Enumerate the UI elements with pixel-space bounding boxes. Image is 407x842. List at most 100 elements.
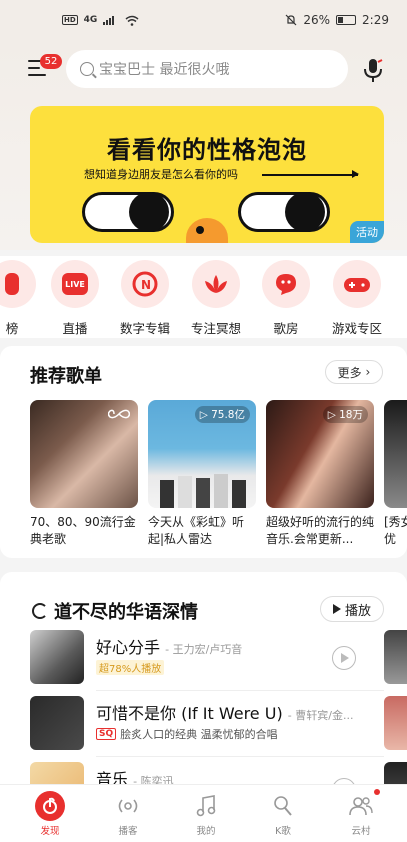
banner-subtitle: 想知道身边朋友是怎么看你的吗	[84, 168, 238, 181]
microphone-icon	[364, 59, 383, 82]
sq-badge: SQ	[96, 728, 117, 740]
song-row[interactable]: 可惜不是你 (If It Were U) - 曹轩宾/金... SQ 脍炙人口的经…	[30, 696, 384, 750]
recommended-playlists-section: 推荐歌单 更多 › 70、80、90流行金典老歌 ▷ 75.8亿 今天从《彩虹》…	[0, 346, 407, 558]
category-item-meditation[interactable]: 专注冥想	[184, 260, 248, 337]
divider	[96, 756, 384, 757]
banner-title: 看看你的性格泡泡	[107, 136, 307, 164]
section-title-text: 道不尽的华语深情	[54, 602, 198, 623]
notification-badge: 52	[40, 54, 62, 69]
chart-icon	[0, 260, 36, 308]
chevron-right-icon: ›	[361, 365, 371, 379]
play-icon	[332, 604, 341, 614]
promo-banner[interactable]: 看看你的性格泡泡 想知道身边朋友是怎么看你的吗 活动	[30, 106, 384, 243]
svg-text:N: N	[141, 278, 151, 292]
wifi-icon	[125, 15, 139, 26]
category-item-karaoke-room[interactable]: 歌房	[254, 260, 318, 337]
next-column-thumb[interactable]	[384, 630, 407, 684]
playlist-card[interactable]: ▷ 18万 超级好听的流行的纯音乐.会常更新...	[266, 400, 374, 548]
more-label: 更多	[337, 365, 362, 380]
band-photo	[160, 474, 246, 508]
infinity-icon	[108, 409, 130, 419]
playlist-card[interactable]: 70、80、90流行金典老歌	[30, 400, 138, 548]
play-circle-icon[interactable]	[332, 646, 356, 670]
category-label: 数字专辑	[119, 321, 170, 336]
category-item-chart[interactable]: 榜	[0, 260, 44, 337]
karaoke-mic-icon	[268, 791, 298, 821]
playlist-card[interactable]: [秀女优	[384, 400, 407, 548]
play-count: ▷ 75.8亿	[194, 406, 250, 423]
toggle-illustration-left	[82, 192, 174, 232]
tab-label: 我的	[196, 826, 216, 837]
voice-search-button[interactable]	[362, 58, 384, 84]
category-item-digital-album[interactable]: N 数字专辑	[113, 260, 177, 337]
more-button[interactable]: 更多 ›	[325, 360, 383, 384]
play-count-value: 18万	[339, 409, 363, 421]
search-input[interactable]: 宝宝巴士 最近很火哦	[66, 50, 348, 88]
karaoke-room-icon	[262, 260, 310, 308]
album-icon: N	[121, 260, 169, 308]
arrow-right-icon	[262, 171, 359, 177]
category-label: 榜	[5, 321, 19, 336]
song-meta: SQ 脍炙人口的经典 温柔忧郁的合唱	[96, 726, 278, 742]
battery-percent: 26%	[303, 13, 331, 27]
hd-indicator: HD	[62, 15, 78, 25]
playlist-title: 超级好听的流行的纯音乐.会常更新...	[266, 515, 374, 546]
banner-tag: 活动	[350, 221, 384, 243]
netease-music-icon	[35, 791, 65, 821]
toggle-illustration-right	[238, 192, 330, 232]
play-all-label: 播放	[344, 603, 371, 619]
song-row[interactable]: 好心分手 - 王力宏/卢巧音 超78%人播放	[30, 630, 384, 684]
song-cover	[30, 696, 84, 750]
tab-label: 发现	[40, 826, 60, 837]
status-left: HD 4G	[62, 15, 139, 26]
network-indicator: 4G	[83, 15, 98, 25]
playlist-title: 今天从《彩虹》听起|私人雷达	[148, 515, 245, 546]
playlist-card[interactable]: ▷ 75.8亿 今天从《彩虹》听起|私人雷达	[148, 400, 256, 548]
section-title[interactable]: 道不尽的华语深情	[32, 598, 198, 624]
live-icon-text: LIVE	[62, 273, 88, 295]
gamepad-icon	[333, 260, 381, 308]
play-all-button[interactable]: 播放	[320, 596, 384, 622]
lotus-icon	[192, 260, 240, 308]
toggle-knob	[285, 192, 325, 232]
tab-label: K歌	[275, 826, 291, 837]
menu-line	[28, 67, 40, 69]
cover-art-text	[152, 408, 158, 430]
toggle-knob	[129, 192, 169, 232]
song-name: 可惜不是你 (If It Were U) - 曹轩宾/金...	[96, 700, 353, 724]
playlist-cover: ▷ 18万	[266, 400, 374, 508]
refresh-icon	[32, 603, 48, 619]
next-column-thumb[interactable]	[384, 696, 407, 750]
signal-icon	[103, 16, 115, 25]
song-name: 好心分手 - 王力宏/卢巧音	[96, 634, 242, 658]
song-artist: - 曹轩宾/金...	[287, 709, 354, 722]
tab-karaoke[interactable]: K歌	[253, 791, 313, 837]
song-description: 脍炙人口的经典 温柔忧郁的合唱	[120, 728, 278, 741]
tab-podcast[interactable]: 播客	[98, 791, 158, 837]
song-title: 可惜不是你 (If It Were U)	[96, 704, 283, 723]
category-label: 歌房	[273, 321, 299, 336]
clock: 2:29	[362, 13, 389, 27]
song-title: 好心分手	[96, 638, 161, 657]
playlist-title: 70、80、90流行金典老歌	[30, 515, 136, 546]
category-item-live[interactable]: LIVE 直播	[43, 260, 107, 337]
status-right: 26% 2:29	[285, 13, 389, 27]
tab-mine[interactable]: 我的	[176, 791, 236, 837]
playlist-cover	[30, 400, 138, 508]
live-icon: LIVE	[51, 260, 99, 308]
tab-label: 云村	[351, 826, 371, 837]
play-count-value: 75.8亿	[211, 409, 245, 421]
category-label: 游戏专区	[331, 321, 382, 336]
playlist-cover: ▷ 75.8亿	[148, 400, 256, 508]
tab-discover[interactable]: 发现	[20, 791, 80, 837]
header: 52 宝宝巴士 最近很火哦	[0, 48, 407, 92]
music-note-icon	[191, 791, 221, 821]
song-cover	[30, 630, 84, 684]
category-item-games[interactable]: 游戏专区	[325, 260, 389, 337]
playlist-title: [秀女优	[384, 515, 407, 546]
notification-dot	[374, 789, 380, 795]
tab-community[interactable]: 云村	[331, 791, 391, 837]
category-label: 直播	[62, 321, 88, 336]
duck-illustration	[186, 218, 228, 243]
category-row: 榜 LIVE 直播 N 数字专辑 专注冥想 歌房 游戏专区	[0, 256, 407, 338]
